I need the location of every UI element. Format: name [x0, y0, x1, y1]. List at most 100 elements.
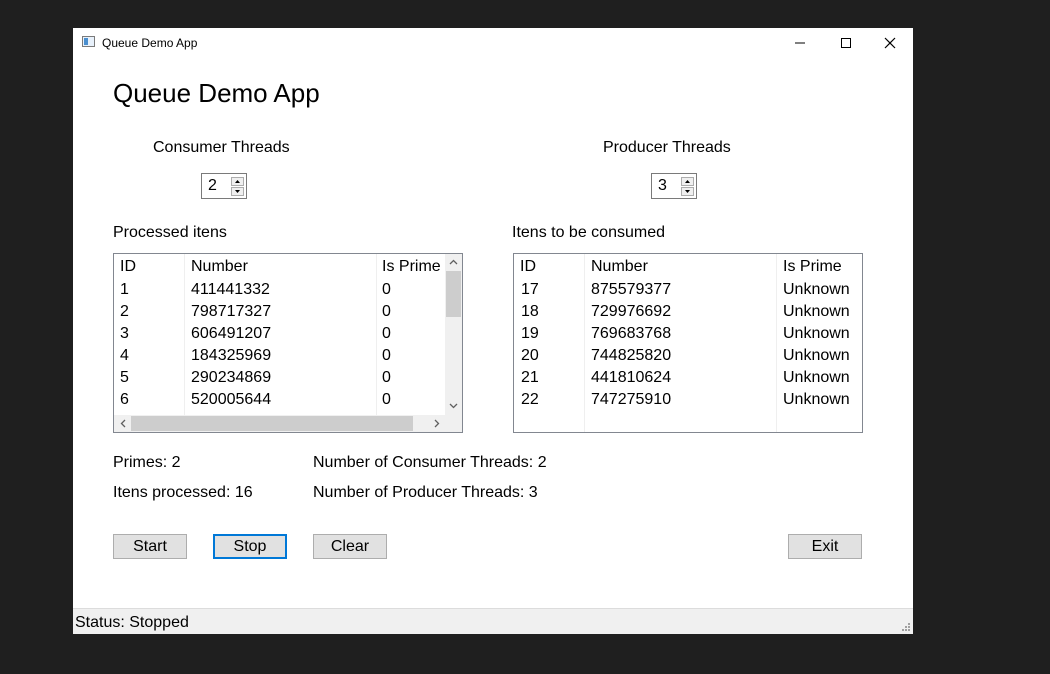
table-row[interactable]: 21 441810624 Unknown — [514, 369, 862, 391]
cell-id: 4 — [120, 347, 129, 364]
cell-id: 3 — [120, 325, 129, 342]
app-icon — [82, 36, 95, 47]
clear-button[interactable]: Clear — [313, 534, 387, 559]
table-row[interactable]: 22 747275910 Unknown — [514, 391, 862, 413]
items-to-consume-list[interactable]: ID Number Is Prime 17 875579377 Unknown … — [513, 253, 863, 433]
consumer-increment-button[interactable] — [231, 177, 244, 186]
cell-is-prime: Unknown — [783, 369, 850, 386]
producer-threads-spinner[interactable]: 3 — [651, 173, 697, 199]
cell-is-prime: Unknown — [783, 325, 850, 342]
consumer-threads-label: Consumer Threads — [153, 139, 290, 156]
table-row[interactable]: 5 290234869 0 — [114, 369, 445, 391]
chevron-up-icon — [449, 259, 458, 265]
vertical-scroll-thumb[interactable] — [446, 271, 461, 317]
column-header-is-prime[interactable]: Is Prime — [783, 258, 842, 276]
table-row[interactable]: 3 606491207 0 — [114, 325, 445, 347]
cell-number: 290234869 — [191, 369, 272, 386]
cell-id: 2 — [120, 303, 129, 320]
window-title: Queue Demo App — [102, 36, 198, 50]
table-row[interactable]: 19 769683768 Unknown — [514, 325, 862, 347]
cell-number: 411441332 — [191, 281, 270, 298]
cell-is-prime: Unknown — [783, 303, 850, 320]
table-row[interactable]: 20 744825820 Unknown — [514, 347, 862, 369]
list-header: ID Number Is Prime — [114, 258, 445, 280]
scroll-up-button[interactable] — [445, 254, 462, 271]
horizontal-scroll-thumb[interactable] — [131, 416, 413, 431]
cell-id: 20 — [521, 347, 539, 364]
processed-items-label: Processed itens — [113, 224, 227, 241]
processed-items-list[interactable]: ID Number Is Prime 1 411441332 0 2 79871… — [113, 253, 463, 433]
cell-id: 22 — [521, 391, 539, 408]
cell-number: 606491207 — [191, 325, 272, 342]
table-row[interactable]: 17 875579377 Unknown — [514, 281, 862, 303]
cell-id: 1 — [120, 281, 129, 298]
consumer-threads-spinner[interactable]: 2 — [201, 173, 247, 199]
cell-number: 747275910 — [591, 391, 672, 408]
stop-button[interactable]: Stop — [213, 534, 287, 559]
cell-number: 729976692 — [591, 303, 672, 320]
app-window: Queue Demo App Queue Demo App Consumer T… — [73, 28, 913, 634]
chevron-down-icon — [449, 403, 458, 409]
cell-is-prime: 0 — [382, 281, 391, 298]
column-header-number[interactable]: Number — [191, 258, 248, 276]
cell-number: 520005644 — [191, 391, 272, 408]
producer-threads-label: Producer Threads — [603, 139, 731, 156]
primes-count: Primes: 2 — [113, 454, 181, 471]
items-processed-count: Itens processed: 16 — [113, 484, 253, 501]
status-bar: Status: Stopped — [73, 608, 913, 634]
cell-id: 5 — [120, 369, 129, 386]
column-header-is-prime[interactable]: Is Prime — [382, 258, 441, 276]
exit-button[interactable]: Exit — [788, 534, 862, 559]
cell-id: 17 — [521, 281, 539, 298]
table-row[interactable]: 4 184325969 0 — [114, 347, 445, 369]
cell-is-prime: 0 — [382, 325, 391, 342]
cell-number: 875579377 — [591, 281, 672, 298]
maximize-button[interactable] — [823, 28, 869, 58]
column-header-number[interactable]: Number — [591, 258, 648, 276]
close-icon — [884, 37, 896, 49]
consumer-threads-value[interactable]: 2 — [208, 177, 217, 195]
arrow-down-icon — [685, 190, 690, 193]
producer-threads-value[interactable]: 3 — [658, 177, 667, 195]
producer-threads-count: Number of Producer Threads: 3 — [313, 484, 538, 501]
page-title: Queue Demo App — [113, 78, 320, 108]
producer-decrement-button[interactable] — [681, 187, 694, 196]
cell-is-prime: 0 — [382, 369, 391, 386]
table-row[interactable]: 2 798717327 0 — [114, 303, 445, 325]
cell-id: 18 — [521, 303, 539, 320]
minimize-button[interactable] — [777, 28, 823, 58]
cell-is-prime: Unknown — [783, 347, 850, 364]
cell-is-prime: Unknown — [783, 391, 850, 408]
scroll-left-button[interactable] — [114, 415, 131, 432]
resize-grip-icon[interactable] — [901, 622, 911, 632]
table-row[interactable]: 6 520005644 0 — [114, 391, 445, 413]
column-header-id[interactable]: ID — [120, 258, 136, 276]
close-button[interactable] — [867, 28, 913, 58]
minimize-icon — [795, 42, 805, 44]
table-row[interactable]: 18 729976692 Unknown — [514, 303, 862, 325]
arrow-down-icon — [235, 190, 240, 193]
vertical-scrollbar[interactable] — [445, 254, 462, 415]
cell-is-prime: Unknown — [783, 281, 850, 298]
cell-number: 441810624 — [591, 369, 672, 386]
title-bar[interactable]: Queue Demo App — [73, 28, 913, 58]
items-to-consume-label: Itens to be consumed — [512, 224, 665, 241]
chevron-left-icon — [120, 419, 126, 428]
chevron-right-icon — [434, 419, 440, 428]
horizontal-scrollbar[interactable] — [114, 415, 462, 432]
consumer-decrement-button[interactable] — [231, 187, 244, 196]
arrow-up-icon — [235, 180, 240, 183]
cell-number: 744825820 — [591, 347, 672, 364]
cell-id: 21 — [521, 369, 539, 386]
cell-number: 769683768 — [591, 325, 672, 342]
maximize-icon — [841, 38, 851, 48]
producer-increment-button[interactable] — [681, 177, 694, 186]
scroll-right-button[interactable] — [428, 415, 445, 432]
start-button[interactable]: Start — [113, 534, 187, 559]
cell-is-prime: 0 — [382, 303, 391, 320]
arrow-up-icon — [685, 180, 690, 183]
cell-id: 19 — [521, 325, 539, 342]
scroll-down-button[interactable] — [445, 398, 462, 415]
table-row[interactable]: 1 411441332 0 — [114, 281, 445, 303]
column-header-id[interactable]: ID — [520, 258, 536, 276]
